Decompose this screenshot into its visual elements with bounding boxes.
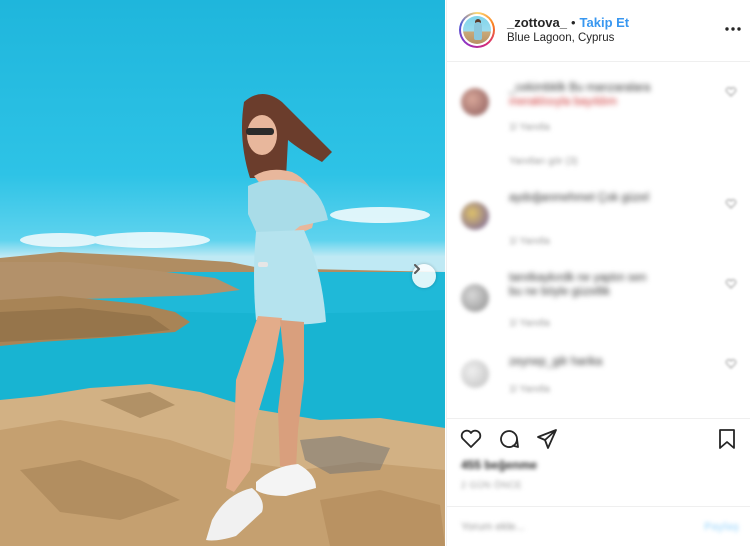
post-header: _zottova_ • Takip Et Blue Lagoon, Cyprus: [447, 0, 750, 62]
avatar-border: [461, 14, 493, 46]
comment-like-heart-icon[interactable]: [725, 278, 737, 290]
follow-button[interactable]: Takip Et: [580, 15, 630, 30]
avatar[interactable]: [459, 12, 495, 48]
bookmark-icon[interactable]: [715, 427, 739, 451]
heart-icon[interactable]: [459, 427, 483, 451]
comment-meta[interactable]: 1l Yanıtla: [509, 384, 550, 395]
chevron-right-icon: [414, 264, 420, 274]
comment-meta[interactable]: 1l Yanıtla: [509, 318, 550, 329]
action-bar: [447, 418, 750, 458]
post-photo[interactable]: [0, 0, 445, 546]
comment-like-heart-icon[interactable]: [725, 198, 737, 210]
comment-text: zeynep_gilr harika: [509, 356, 603, 368]
username-link[interactable]: _zottova_: [507, 15, 567, 30]
post-comment-button[interactable]: Paylaş: [704, 521, 739, 533]
post-side-panel: _zottova_ • Takip Et Blue Lagoon, Cyprus _…: [446, 0, 750, 546]
post-timestamp: 2 GÜN ÖNCE: [461, 480, 523, 490]
comment-item: _cekimbklk Bu manzaralara meraklısıyla b…: [447, 76, 750, 156]
comment-avatar[interactable]: [461, 284, 489, 312]
comment-item: zeynep_gilr harika 1l Yanıtla: [447, 350, 750, 410]
likes-count[interactable]: 455 beğenme: [461, 458, 537, 472]
comment-text: tanıtkaykırdk ne yaptın sen: [509, 272, 647, 284]
comment-item: aydoğanmehmet Çok güzel 1l Yanıtla: [447, 188, 750, 258]
carousel-next-button[interactable]: [412, 264, 436, 288]
comment-avatar[interactable]: [461, 202, 489, 230]
comment-text: _cekimbklk Bu manzaralara: [509, 82, 651, 94]
comment-text-line2: bu ne böyle güzellik: [509, 286, 611, 298]
comment-text: aydoğanmehmet Çok güzel: [509, 192, 649, 204]
ellipsis-icon: [725, 27, 741, 31]
comment-meta[interactable]: 1l Yanıtla: [509, 236, 550, 247]
comment-avatar[interactable]: [461, 360, 489, 388]
share-icon[interactable]: [535, 427, 559, 451]
comment-like-heart-icon[interactable]: [725, 86, 737, 98]
separator-dot: •: [570, 15, 576, 30]
comment-meta[interactable]: 1l Yanıtla: [509, 122, 550, 133]
avatar-image: [463, 16, 491, 44]
add-comment-bar: Yorum ekle... Paylaş: [447, 506, 750, 546]
username-row: _zottova_ • Takip Et: [507, 15, 629, 30]
comment-icon[interactable]: [497, 427, 521, 451]
more-options-icon[interactable]: [725, 20, 741, 31]
comment-input[interactable]: Yorum ekle...: [461, 521, 525, 533]
comment-avatar[interactable]: [461, 88, 489, 116]
avatar-figure-shape: [474, 22, 482, 40]
view-replies-link[interactable]: Yanıtları gör (3): [509, 156, 578, 167]
location-link[interactable]: Blue Lagoon, Cyprus: [507, 32, 614, 44]
comment-like-heart-icon[interactable]: [725, 358, 737, 370]
beach-scene-image: [0, 94, 445, 546]
comment-text-line2: meraklısıyla bayıldım: [509, 96, 618, 108]
comment-item: tanıtkaykırdk ne yaptın sen bu ne böyle …: [447, 268, 750, 338]
